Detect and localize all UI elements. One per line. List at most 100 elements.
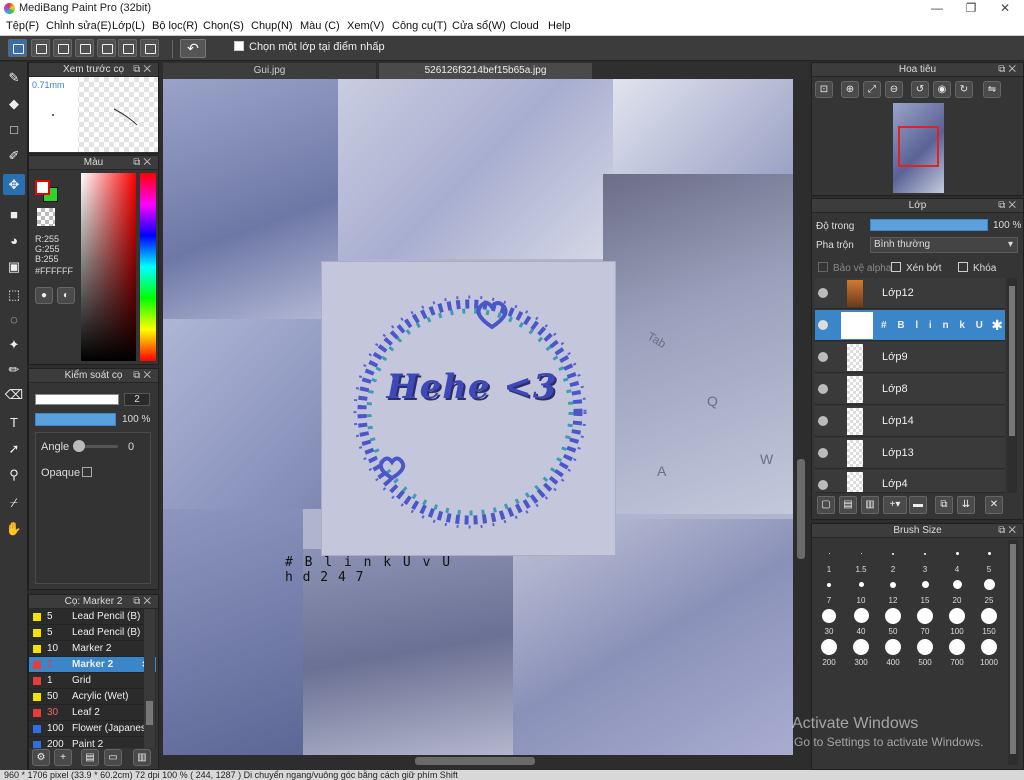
- add-layer-menu-button[interactable]: +▾: [883, 496, 907, 514]
- brush-size-option[interactable]: 2: [877, 544, 909, 574]
- vertical-scroll-thumb[interactable]: [797, 459, 805, 559]
- move-tool[interactable]: ✥: [3, 174, 25, 195]
- drawing-canvas[interactable]: Hehe <3 Tab Q W A # B l i n k U v U h d …: [163, 79, 793, 755]
- brush-size-option[interactable]: 12: [877, 575, 909, 605]
- brush-size-option[interactable]: 3: [909, 544, 941, 574]
- layer-row[interactable]: Lớp8: [815, 374, 1005, 405]
- layer-opacity-slider[interactable]: [870, 219, 988, 231]
- brush-size-option[interactable]: 150: [973, 606, 1005, 636]
- fit-window-button[interactable]: ⤢: [863, 81, 881, 98]
- new-halftone-layer-button[interactable]: ▤: [839, 496, 857, 514]
- menu-window[interactable]: Cửa sổ(W): [452, 17, 506, 36]
- select-layer-at-click-option[interactable]: Chọn một lớp tại điểm nhấp: [234, 41, 385, 53]
- select-layer-checkbox[interactable]: [234, 41, 244, 51]
- brush-item[interactable]: 1 Grid: [29, 673, 156, 689]
- color-history-button[interactable]: ◐: [57, 287, 75, 304]
- zoom-in-button[interactable]: ⊕: [841, 81, 859, 98]
- canvas-horizontal-scrollbar[interactable]: [163, 755, 795, 767]
- menu-layer[interactable]: Lớp(L): [112, 17, 145, 36]
- visibility-eye-icon[interactable]: [818, 448, 828, 458]
- layer-list-scrollbar[interactable]: [1007, 278, 1017, 493]
- foreground-color-swatch[interactable]: [35, 180, 50, 195]
- brush-size-option[interactable]: 30: [813, 606, 845, 636]
- eyedropper-tool[interactable]: ⚲: [3, 464, 25, 485]
- operation-tool[interactable]: ➚: [3, 438, 25, 459]
- brush-size-option[interactable]: 50: [877, 606, 909, 636]
- pen-tool[interactable]: ✐: [3, 145, 25, 166]
- select-pen-tool[interactable]: ✏: [3, 359, 25, 380]
- new-folder-button[interactable]: ▬: [909, 496, 927, 514]
- protect-alpha-option[interactable]: Bảo vệ alpha: [818, 262, 891, 274]
- layer-row[interactable]: Lớp4: [815, 470, 1005, 493]
- brush-item[interactable]: 50 Acrylic (Wet): [29, 689, 156, 705]
- new-1bit-layer-button[interactable]: ▥: [861, 496, 879, 514]
- duplicate-layer-button[interactable]: ⧉: [935, 496, 953, 514]
- menu-color[interactable]: Màu (C): [300, 17, 340, 36]
- grid-toolbar-button[interactable]: [140, 39, 159, 57]
- bucket-tool[interactable]: ◕: [3, 230, 25, 251]
- transparent-color-swatch[interactable]: [37, 208, 55, 226]
- flip-button[interactable]: ⇋: [983, 81, 1001, 98]
- opaque-checkbox[interactable]: [82, 467, 92, 477]
- saturation-value-picker[interactable]: [81, 173, 136, 361]
- palette-button[interactable]: ●: [35, 287, 53, 304]
- visibility-eye-icon[interactable]: [818, 288, 828, 298]
- navigator-viewport-frame[interactable]: [898, 126, 939, 167]
- brush-item-selected[interactable]: 2Marker 2✱: [29, 657, 156, 673]
- menu-tools[interactable]: Công cụ(T): [392, 17, 447, 36]
- panel-popout-icon[interactable]: ⧉✕: [998, 199, 1019, 213]
- menu-select[interactable]: Chọn(S): [203, 17, 244, 36]
- brush-size-option[interactable]: 4: [941, 544, 973, 574]
- new-layer-button[interactable]: ▢: [817, 496, 835, 514]
- rotate-right-button[interactable]: ↻: [955, 81, 973, 98]
- eraser-tool[interactable]: ◆: [3, 93, 25, 114]
- comment-toolbar-button[interactable]: [75, 39, 94, 57]
- brush-item[interactable]: 5 Lead Pencil (B): [29, 609, 156, 625]
- visibility-eye-icon[interactable]: [818, 352, 828, 362]
- brush-tool[interactable]: ✎: [3, 67, 25, 88]
- menu-file[interactable]: Tệp(F): [6, 17, 39, 36]
- lock-option[interactable]: Khóa: [958, 262, 996, 274]
- zoom-out-button[interactable]: ⊖: [885, 81, 903, 98]
- zoom-fit-button[interactable]: ⊡: [815, 81, 833, 98]
- brush-size-option[interactable]: 25: [973, 575, 1005, 605]
- brush-size-option[interactable]: 500: [909, 637, 941, 667]
- tab-gui[interactable]: Gui.jpg: [163, 63, 376, 79]
- menu-filter[interactable]: Bộ lọc(R): [152, 17, 198, 36]
- brush-size-option[interactable]: 1: [813, 544, 845, 574]
- chat-toolbar-button[interactable]: [53, 39, 72, 57]
- clipping-option[interactable]: Xén bớt: [891, 262, 941, 274]
- brush-size-slider[interactable]: [35, 394, 119, 405]
- maximize-button[interactable]: ❐: [954, 0, 988, 17]
- layer-settings-gear-icon[interactable]: ✱: [991, 317, 1003, 334]
- brush-size-option[interactable]: 5: [973, 544, 1005, 574]
- lasso-tool[interactable]: ◌: [3, 309, 25, 330]
- divide-tool[interactable]: ⌿: [3, 492, 25, 513]
- brush-size-field[interactable]: 2: [124, 393, 150, 406]
- layer-row[interactable]: Lớp12: [815, 278, 1005, 309]
- menu-help[interactable]: Help: [548, 17, 571, 36]
- brush-size-option[interactable]: 10: [845, 575, 877, 605]
- visibility-eye-icon[interactable]: [818, 320, 828, 330]
- export-toolbar-button[interactable]: [31, 39, 50, 57]
- brush-size-option[interactable]: 100: [941, 606, 973, 636]
- delete-layer-button[interactable]: ✕: [985, 496, 1003, 514]
- menu-cloud[interactable]: Cloud: [510, 17, 539, 36]
- canvas-vertical-scrollbar[interactable]: [795, 79, 807, 755]
- gradient-tool[interactable]: ▣: [3, 256, 25, 277]
- brush-opacity-slider[interactable]: [35, 413, 116, 426]
- panel-popout-icon[interactable]: ⧉✕: [998, 63, 1019, 77]
- clipping-checkbox[interactable]: [891, 262, 901, 272]
- merge-down-button[interactable]: ⇊: [957, 496, 975, 514]
- brush-item[interactable]: 100 Flower (Japanese): [29, 721, 156, 737]
- visibility-eye-icon[interactable]: [818, 384, 828, 394]
- brush-size-option[interactable]: 40: [845, 606, 877, 636]
- brush-size-option[interactable]: 200: [813, 637, 845, 667]
- brush-size-option[interactable]: 1000: [973, 637, 1005, 667]
- panel-popout-icon[interactable]: ⧉✕: [133, 63, 154, 77]
- lock-checkbox[interactable]: [958, 262, 968, 272]
- tab-active-document[interactable]: 526126f3214bef15b65a.jpg: [379, 63, 592, 79]
- select-eraser-tool[interactable]: ⌫: [3, 384, 25, 405]
- brush-size-option[interactable]: 400: [877, 637, 909, 667]
- page-toolbar-button[interactable]: [97, 39, 116, 57]
